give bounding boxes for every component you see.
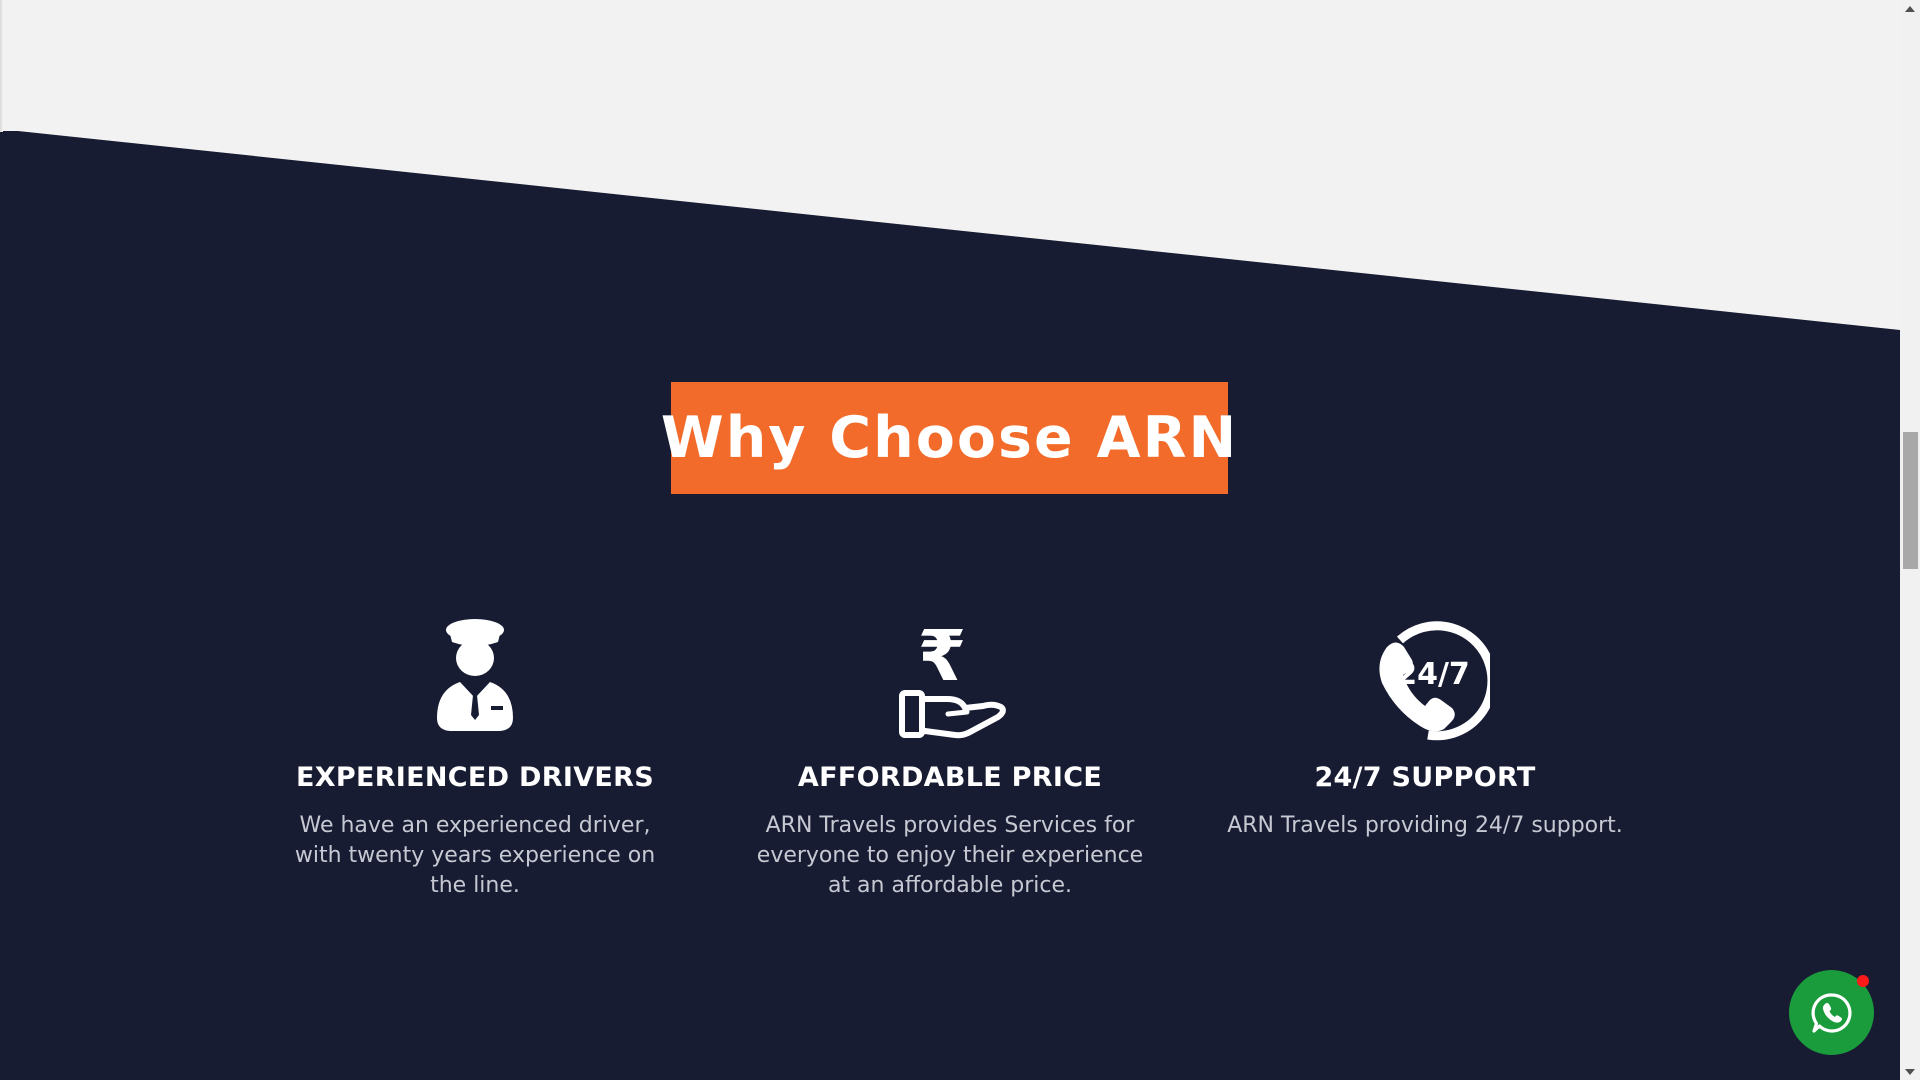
notification-dot: [1857, 975, 1869, 987]
navy-slanted-background: [0, 131, 1900, 1080]
page: Why Choose ARN EXPERIENCED DRIVERS We ha…: [0, 0, 1900, 1080]
section-title: Why Choose ARN: [660, 405, 1239, 471]
feature-experienced-drivers: EXPERIENCED DRIVERS We have an experienc…: [275, 600, 675, 901]
arrow-down-icon: [1905, 1068, 1915, 1075]
whatsapp-icon: [1811, 992, 1852, 1033]
support-icon-label: 24/7: [1396, 657, 1470, 692]
scrollbar[interactable]: [1900, 0, 1920, 1080]
arrow-up-icon: [1905, 5, 1915, 12]
feature-title: EXPERIENCED DRIVERS: [296, 762, 654, 793]
feature-title: 24/7 SUPPORT: [1314, 762, 1536, 793]
feature-description: ARN Travels providing 24/7 support.: [1227, 813, 1623, 838]
scrollbar-thumb[interactable]: [1903, 432, 1918, 569]
section-title-banner: Why Choose ARN: [661, 382, 1236, 494]
feature-support: 24/7 24/7 SUPPORT ARN Travels providing …: [1225, 600, 1625, 841]
rupee-hand-icon: ₹: [899, 615, 1006, 739]
scroll-down-button[interactable]: [1900, 1063, 1920, 1080]
rupee-symbol: ₹: [918, 615, 967, 697]
support-24-7-icon: 24/7: [1379, 621, 1490, 741]
chauffeur-icon: [437, 619, 513, 731]
feature-description: We have an experienced driver, with twen…: [294, 813, 656, 898]
feature-title: AFFORDABLE PRICE: [797, 762, 1103, 793]
feature-description: ARN Travels provides Services for everyo…: [756, 813, 1144, 898]
left-edge-shadow: [0, 0, 3, 132]
feature-affordable-price: ₹ AFFORDABLE PRICE ARN Travels provides …: [750, 600, 1150, 901]
scroll-up-button[interactable]: [1900, 0, 1920, 17]
